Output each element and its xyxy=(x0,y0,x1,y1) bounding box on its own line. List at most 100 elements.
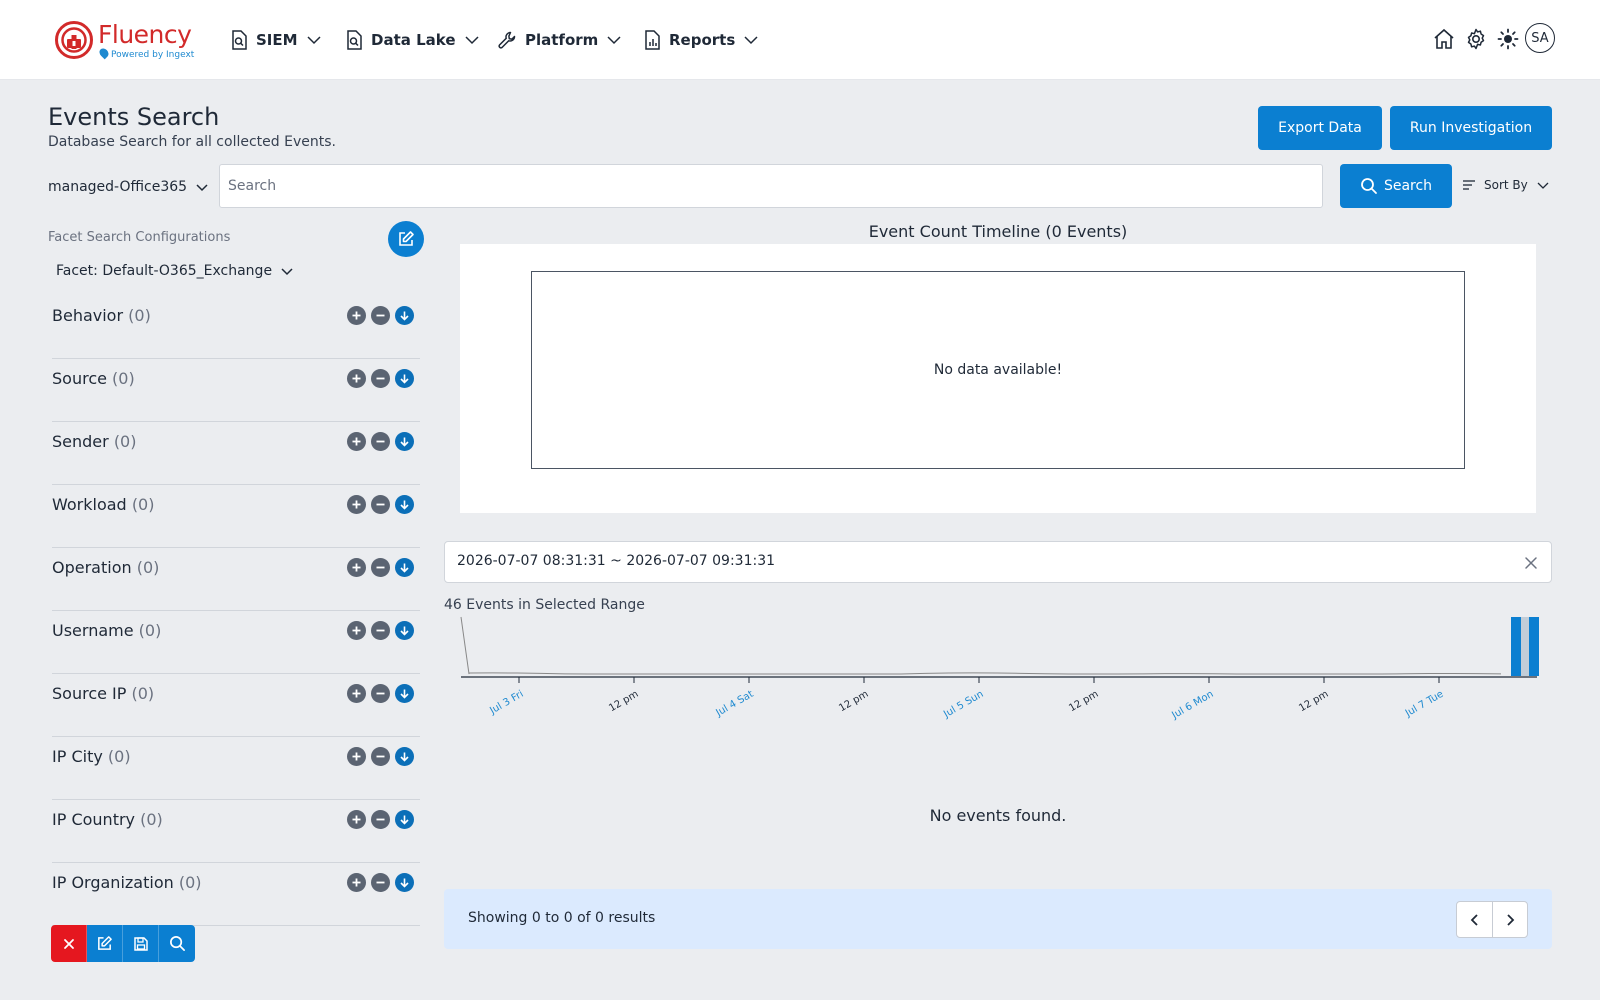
facet-expand-button[interactable] xyxy=(395,684,414,703)
sort-by-dropdown[interactable]: Sort By xyxy=(1462,174,1550,196)
facet-label[interactable]: IP Organization (0) xyxy=(52,873,202,892)
facet-label[interactable]: Workload (0) xyxy=(52,495,154,514)
selection-handle-left[interactable] xyxy=(1511,617,1521,676)
fluency-logo[interactable]: Fluency Powered by Ingext xyxy=(54,18,194,62)
edit-facets-button[interactable] xyxy=(87,925,123,962)
edit-facet-config-button[interactable] xyxy=(388,221,424,257)
selection-handle-right[interactable] xyxy=(1529,617,1539,676)
facet-label[interactable]: IP City (0) xyxy=(52,747,131,766)
facet-expand-button[interactable] xyxy=(395,621,414,640)
facet-exclude-button[interactable] xyxy=(371,810,390,829)
facet-include-button[interactable] xyxy=(347,495,366,514)
user-avatar[interactable]: SA xyxy=(1525,23,1555,53)
timeline-empty-box: No data available! xyxy=(531,271,1465,469)
facet-exclude-button[interactable] xyxy=(371,684,390,703)
search-button-label: Search xyxy=(1383,178,1433,194)
series-line xyxy=(460,616,1502,675)
facet-exclude-button[interactable] xyxy=(371,369,390,388)
gear-icon[interactable] xyxy=(1464,27,1488,51)
facet-select[interactable]: Facet: Default-O365_Exchange xyxy=(56,263,294,279)
facet-expand-button[interactable] xyxy=(395,810,414,829)
search-facets-button[interactable] xyxy=(159,925,195,962)
facet-name: Behavior xyxy=(52,306,124,325)
facet-expand-button[interactable] xyxy=(395,747,414,766)
export-data-button[interactable]: Export Data xyxy=(1258,106,1382,150)
facet-include-button[interactable] xyxy=(347,621,366,640)
plus-icon xyxy=(352,500,361,509)
facet-label[interactable]: Source (0) xyxy=(52,369,135,388)
facet-include-button[interactable] xyxy=(347,369,366,388)
sun-icon[interactable] xyxy=(1496,27,1520,51)
facet-count: (0) xyxy=(138,621,162,640)
facet-include-button[interactable] xyxy=(347,558,366,577)
chevron-down-icon xyxy=(196,183,208,191)
facet-expand-button[interactable] xyxy=(395,558,414,577)
timeline-empty-text: No data available! xyxy=(933,362,1063,378)
facet-include-button[interactable] xyxy=(347,306,366,325)
facet-expand-button[interactable] xyxy=(395,432,414,451)
facet-row: Source (0) xyxy=(52,359,420,422)
home-icon[interactable] xyxy=(1432,27,1456,51)
facet-include-button[interactable] xyxy=(347,873,366,892)
nav-data-lake[interactable]: Data Lake xyxy=(345,26,480,54)
pagination-controls xyxy=(1456,901,1528,938)
facet-expand-button[interactable] xyxy=(395,306,414,325)
facet-include-button[interactable] xyxy=(347,432,366,451)
chevron-left-icon xyxy=(1470,913,1478,926)
minus-icon xyxy=(376,314,385,317)
facet-expand-button[interactable] xyxy=(395,873,414,892)
x-tick-label: Jul 5 Sun xyxy=(941,689,985,721)
plus-icon xyxy=(352,563,361,572)
arrow-down-icon xyxy=(400,689,409,699)
arrow-down-icon xyxy=(400,311,409,321)
facet-count: (0) xyxy=(112,369,135,388)
facet-exclude-button[interactable] xyxy=(371,495,390,514)
facet-exclude-button[interactable] xyxy=(371,558,390,577)
nav-siem[interactable]: SIEM xyxy=(230,26,322,54)
run-investigation-button[interactable]: Run Investigation xyxy=(1390,106,1552,150)
chevron-down-icon xyxy=(307,36,321,45)
facet-exclude-button[interactable] xyxy=(371,432,390,451)
no-events-message: No events found. xyxy=(929,806,1067,825)
facet-toolbar xyxy=(51,925,195,962)
range-overview-chart[interactable]: Jul 3 Fri 12 pm Jul 4 Sat 12 pm Jul 5 Sun 12 … xyxy=(444,615,1554,725)
time-range-field[interactable]: 2026-07-07 08:31:31 ~ 2026-07-07 09:31:3… xyxy=(444,541,1552,583)
facet-include-button[interactable] xyxy=(347,810,366,829)
wrench-icon xyxy=(498,31,516,49)
search-input[interactable] xyxy=(219,164,1323,208)
selection-brush[interactable] xyxy=(1511,617,1539,676)
facet-row: IP Organization (0) xyxy=(52,863,420,926)
facet-row: IP City (0) xyxy=(52,737,420,800)
x-tick-label: Jul 3 Fri xyxy=(487,689,525,717)
next-page-button[interactable] xyxy=(1492,902,1527,937)
facet-expand-button[interactable] xyxy=(395,369,414,388)
facet-expand-button[interactable] xyxy=(395,495,414,514)
facet-exclude-button[interactable] xyxy=(371,873,390,892)
facet-exclude-button[interactable] xyxy=(371,306,390,325)
facet-name: Username xyxy=(52,621,134,640)
brand-name: Fluency xyxy=(98,20,192,49)
facet-name: IP Country xyxy=(52,810,136,829)
save-facets-button[interactable] xyxy=(123,925,159,962)
facet-exclude-button[interactable] xyxy=(371,621,390,640)
facet-label[interactable]: Behavior (0) xyxy=(52,306,151,325)
x-tick-label: 12 pm xyxy=(1067,689,1100,715)
nav-reports[interactable]: Reports xyxy=(643,26,759,54)
facet-label[interactable]: Source IP (0) xyxy=(52,684,154,703)
nav-platform[interactable]: Platform xyxy=(497,26,622,54)
selection-window[interactable] xyxy=(1521,617,1529,676)
chevron-right-icon xyxy=(1507,913,1515,926)
clear-range-button[interactable] xyxy=(1521,553,1541,573)
facet-label[interactable]: Username (0) xyxy=(52,621,161,640)
search-button[interactable]: Search xyxy=(1340,164,1452,208)
clear-facets-button[interactable] xyxy=(51,925,87,962)
minus-icon xyxy=(376,440,385,443)
source-select[interactable]: managed-Office365 xyxy=(48,176,209,198)
facet-label[interactable]: Operation (0) xyxy=(52,558,159,577)
previous-page-button[interactable] xyxy=(1457,902,1492,937)
facet-exclude-button[interactable] xyxy=(371,747,390,766)
facet-include-button[interactable] xyxy=(347,747,366,766)
facet-label[interactable]: IP Country (0) xyxy=(52,810,163,829)
facet-label[interactable]: Sender (0) xyxy=(52,432,136,451)
facet-include-button[interactable] xyxy=(347,684,366,703)
